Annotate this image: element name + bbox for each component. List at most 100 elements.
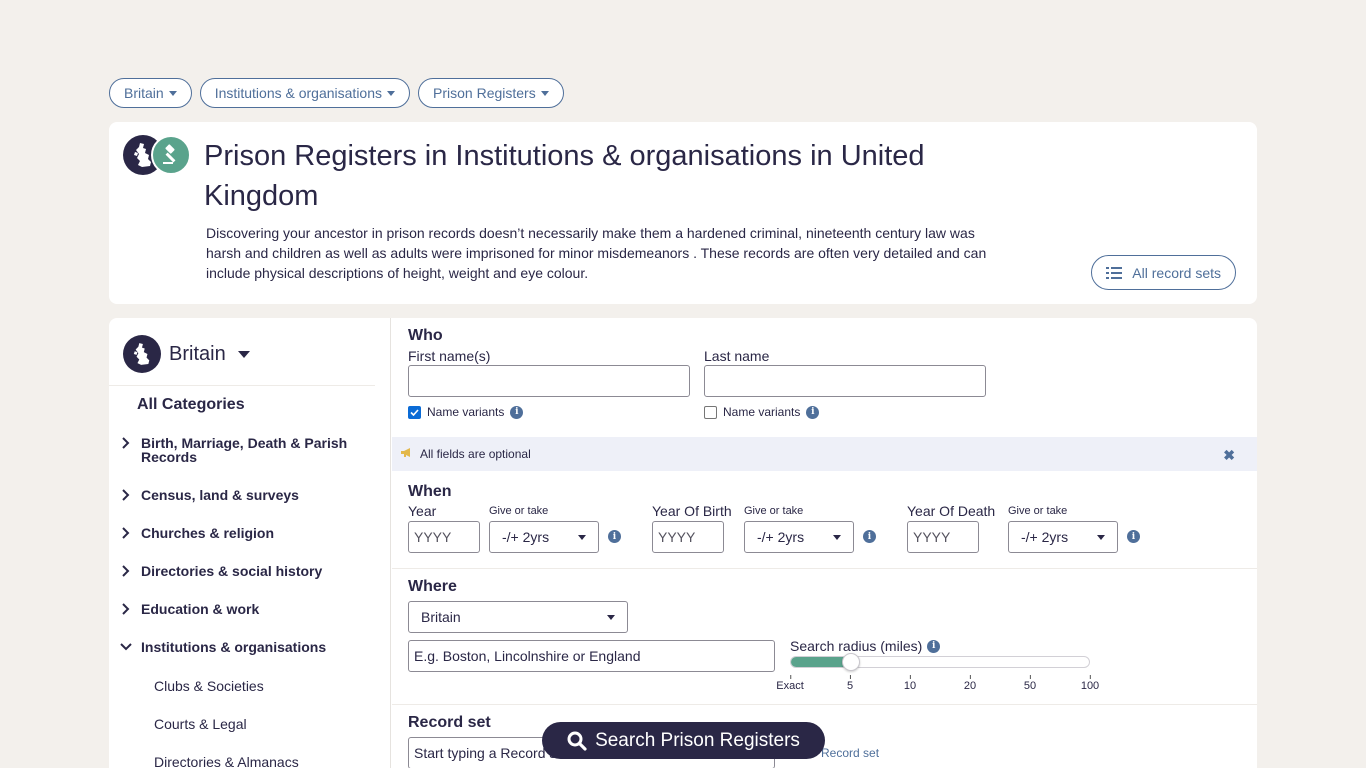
- sidebar-item-label: Churches & religion: [141, 525, 275, 541]
- breadcrumb-label: Prison Registers: [433, 85, 536, 101]
- death-range-select[interactable]: -/+ 2yrs: [1008, 521, 1118, 553]
- year-of-birth-input[interactable]: YYYY: [652, 521, 724, 553]
- select-value: -/+ 2yrs: [1021, 529, 1069, 545]
- select-value: Britain: [421, 609, 461, 625]
- sidebar-item-label: Institutions & organisations: [141, 639, 327, 655]
- first-name-input[interactable]: [408, 365, 690, 397]
- sidebar-subitem-directories[interactable]: Directories & Almanacs: [154, 754, 299, 768]
- caret-down-icon: [237, 350, 250, 358]
- first-name-variants-checkbox[interactable]: Name variants i: [408, 405, 524, 419]
- britain-map-icon: [123, 335, 161, 373]
- chevron-right-icon: [119, 602, 133, 616]
- who-section-title: Who: [408, 327, 443, 344]
- main-card: Britain All Categories Birth, Marriage, …: [109, 318, 1257, 768]
- sidebar-item-label: Directories & social history: [141, 563, 323, 579]
- list-icon: [1106, 266, 1123, 279]
- close-icon[interactable]: ✖: [1223, 447, 1235, 464]
- chevron-right-icon: [119, 526, 133, 540]
- breadcrumb-country-dropdown[interactable]: Britain: [109, 78, 192, 108]
- caret-down-icon: [168, 90, 177, 96]
- record-set-section-title: Record set: [408, 714, 491, 731]
- info-icon[interactable]: i: [806, 405, 820, 419]
- all-categories-link[interactable]: All Categories: [137, 396, 245, 414]
- info-icon[interactable]: i: [1127, 530, 1140, 543]
- when-section-title: When: [408, 483, 452, 500]
- divider: [392, 704, 1257, 705]
- sidebar-item-census[interactable]: Census, land & surveys: [119, 488, 369, 502]
- give-or-take-label: Give or take: [744, 505, 804, 517]
- category-logo: [123, 135, 193, 175]
- search-icon: [567, 731, 587, 751]
- info-icon[interactable]: i: [863, 530, 876, 543]
- record-set-link[interactable]: Record set: [821, 746, 879, 760]
- all-record-sets-button[interactable]: All record sets: [1091, 255, 1236, 290]
- sidebar-item-directories[interactable]: Directories & social history: [119, 564, 369, 578]
- year-of-death-input[interactable]: YYYY: [907, 521, 979, 553]
- sidebar-item-label: Birth, Marriage, Death & Parish Records: [141, 435, 348, 465]
- sidebar-item-birth-marriage-death[interactable]: Birth, Marriage, Death & Parish Records: [119, 436, 369, 464]
- search-form: Who First name(s) Last name Name variant…: [392, 318, 1257, 768]
- search-radius-label: Search radius (miles) i: [790, 638, 941, 654]
- sidebar-subitem-courts[interactable]: Courts & Legal: [154, 716, 247, 732]
- sidebar-item-label: Census, land & surveys: [141, 487, 299, 503]
- year-input[interactable]: YYYY: [408, 521, 480, 553]
- country-select[interactable]: Britain: [408, 601, 628, 633]
- first-name-label: First name(s): [408, 348, 491, 364]
- all-record-sets-label: All record sets: [1132, 264, 1221, 281]
- caret-down-icon: [607, 614, 615, 620]
- give-or-take-label: Give or take: [489, 505, 549, 517]
- sidebar-item-institutions[interactable]: Institutions & organisations: [119, 640, 369, 654]
- optional-fields-notice: All fields are optional ✖: [392, 437, 1257, 471]
- caret-down-icon: [578, 534, 586, 540]
- search-button[interactable]: Search Prison Registers: [542, 722, 825, 759]
- caret-down-icon: [540, 90, 549, 96]
- sidebar-item-education[interactable]: Education & work: [119, 602, 369, 616]
- gavel-icon: [151, 135, 191, 175]
- year-label: Year: [408, 503, 437, 519]
- birth-range-select[interactable]: -/+ 2yrs: [744, 521, 854, 553]
- sidebar-item-churches[interactable]: Churches & religion: [119, 526, 369, 540]
- last-name-input[interactable]: [704, 365, 986, 397]
- slider-tick-label: 10: [903, 675, 917, 692]
- divider: [392, 568, 1257, 569]
- country-selector[interactable]: Britain: [123, 335, 250, 373]
- slider-tick-label: Exact: [776, 675, 804, 692]
- divider: [109, 385, 375, 386]
- sidebar-subitem-clubs[interactable]: Clubs & Societies: [154, 678, 264, 694]
- checkbox-label: Name variants: [723, 405, 801, 419]
- checkbox-unchecked[interactable]: [704, 405, 717, 419]
- select-value: -/+ 2yrs: [502, 529, 550, 545]
- country-name: Britain: [169, 342, 226, 365]
- checkbox-label: Name variants: [427, 405, 505, 419]
- slider-tick-label: 5: [846, 675, 854, 692]
- year-of-birth-label: Year Of Birth: [652, 503, 732, 519]
- breadcrumb-category-dropdown[interactable]: Institutions & organisations: [199, 78, 411, 108]
- slider-tick-label: 50: [1023, 675, 1037, 692]
- where-section-title: Where: [408, 578, 457, 595]
- chevron-right-icon: [119, 564, 133, 578]
- header-card: Prison Registers in Institutions & organ…: [109, 122, 1257, 304]
- page-description: Discovering your ancestor in prison reco…: [206, 225, 987, 281]
- search-button-label: Search Prison Registers: [595, 729, 800, 751]
- caret-down-icon: [833, 534, 841, 540]
- info-icon[interactable]: i: [927, 639, 941, 653]
- info-icon[interactable]: i: [608, 530, 621, 543]
- checkbox-checked[interactable]: [408, 405, 421, 419]
- caret-down-icon: [1097, 534, 1105, 540]
- slider-tick-label: 20: [963, 675, 977, 692]
- chevron-right-icon: [119, 436, 133, 450]
- slider-handle[interactable]: [842, 653, 860, 671]
- info-icon[interactable]: i: [510, 405, 524, 419]
- sidebar-item-label: Education & work: [141, 601, 260, 617]
- chevron-right-icon: [119, 488, 133, 502]
- category-sidebar: Britain All Categories Birth, Marriage, …: [109, 318, 391, 768]
- search-radius-slider[interactable]: [790, 653, 1090, 671]
- year-range-select[interactable]: -/+ 2yrs: [489, 521, 599, 553]
- place-input[interactable]: E.g. Boston, Lincolnshire or England: [408, 640, 775, 672]
- breadcrumb-label: Britain: [124, 85, 164, 101]
- search-radius-text: Search radius (miles): [790, 638, 923, 654]
- select-value: -/+ 2yrs: [757, 529, 805, 545]
- breadcrumb-subcategory-dropdown[interactable]: Prison Registers: [418, 78, 564, 108]
- breadcrumb: Britain Institutions & organisations Pri…: [109, 78, 564, 108]
- last-name-variants-checkbox[interactable]: Name variants i: [704, 405, 820, 419]
